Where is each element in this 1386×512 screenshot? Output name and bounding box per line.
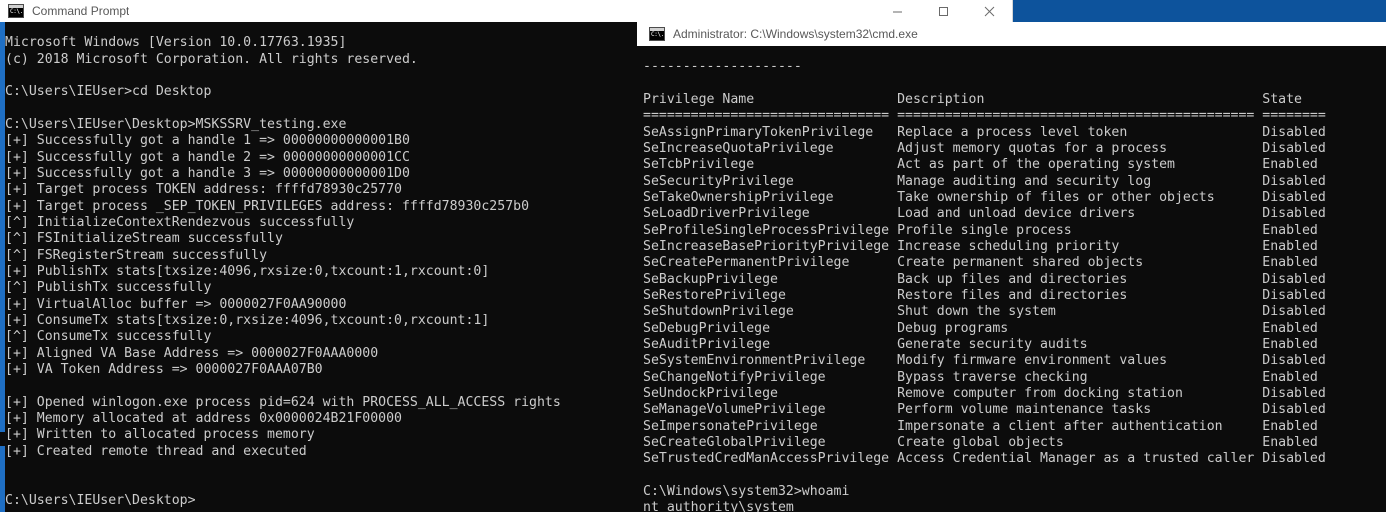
window-title-command-prompt: Command Prompt: [32, 4, 130, 18]
close-button[interactable]: [966, 0, 1012, 22]
console-text-cmd2: -------------------- Privilege Name Desc…: [643, 59, 1326, 512]
titlebar-administrator-cmd[interactable]: Administrator: C:\Windows\system32\cmd.e…: [637, 22, 1386, 46]
window-title-administrator-cmd: Administrator: C:\Windows\system32\cmd.e…: [673, 27, 918, 41]
console-text-cmd1: Microsoft Windows [Version 10.0.17763.19…: [5, 35, 561, 508]
maximize-button[interactable]: [920, 0, 966, 22]
titlebar-left-group: Command Prompt: [0, 4, 874, 18]
desktop: Command Prompt Microsoft Windows [Versio…: [0, 0, 1386, 512]
titlebar-command-prompt[interactable]: Command Prompt: [0, 0, 1012, 22]
console-output-area-cmd2[interactable]: -------------------- Privilege Name Desc…: [637, 46, 1386, 512]
window-administrator-cmd[interactable]: Administrator: C:\Windows\system32\cmd.e…: [637, 22, 1386, 512]
cmd-icon: [8, 4, 24, 18]
cmd-icon: [649, 27, 665, 41]
minimize-button[interactable]: [874, 0, 920, 22]
titlebar-left-group-admin: Administrator: C:\Windows\system32\cmd.e…: [637, 27, 918, 41]
window-controls-command-prompt: [874, 0, 1012, 22]
